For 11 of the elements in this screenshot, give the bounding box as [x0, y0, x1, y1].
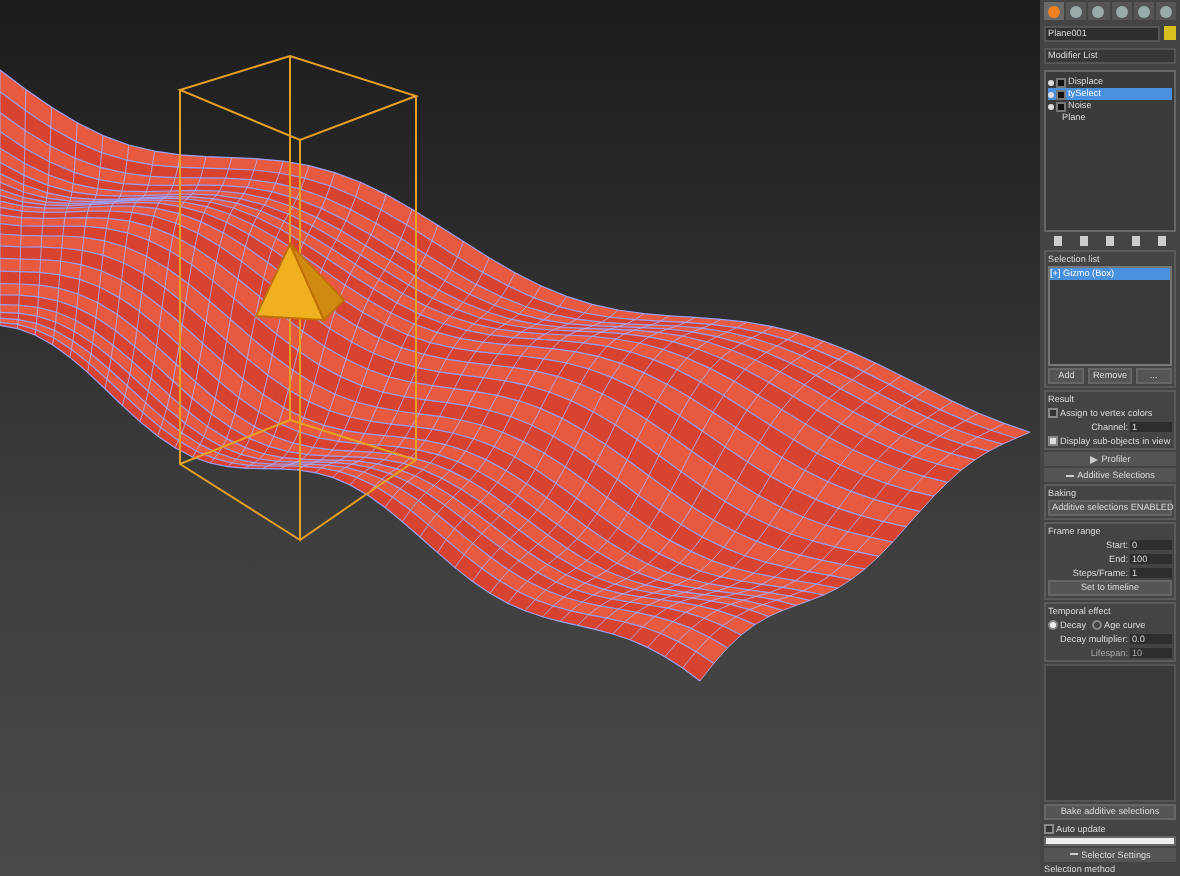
viewport[interactable]	[0, 0, 1040, 876]
pyramid-gizmo-drawing	[254, 241, 346, 322]
command-tab[interactable]	[1155, 2, 1177, 20]
object-color-swatch[interactable]	[1164, 26, 1176, 40]
command-tab[interactable]	[1088, 2, 1110, 20]
checkbox[interactable]	[1048, 435, 1058, 446]
checkbox[interactable]	[1048, 407, 1058, 418]
radio-button[interactable]	[1048, 619, 1058, 630]
checkbox[interactable]	[1044, 823, 1054, 834]
expand-arrow-icon	[1089, 455, 1098, 464]
radio-button[interactable]	[1092, 619, 1103, 630]
